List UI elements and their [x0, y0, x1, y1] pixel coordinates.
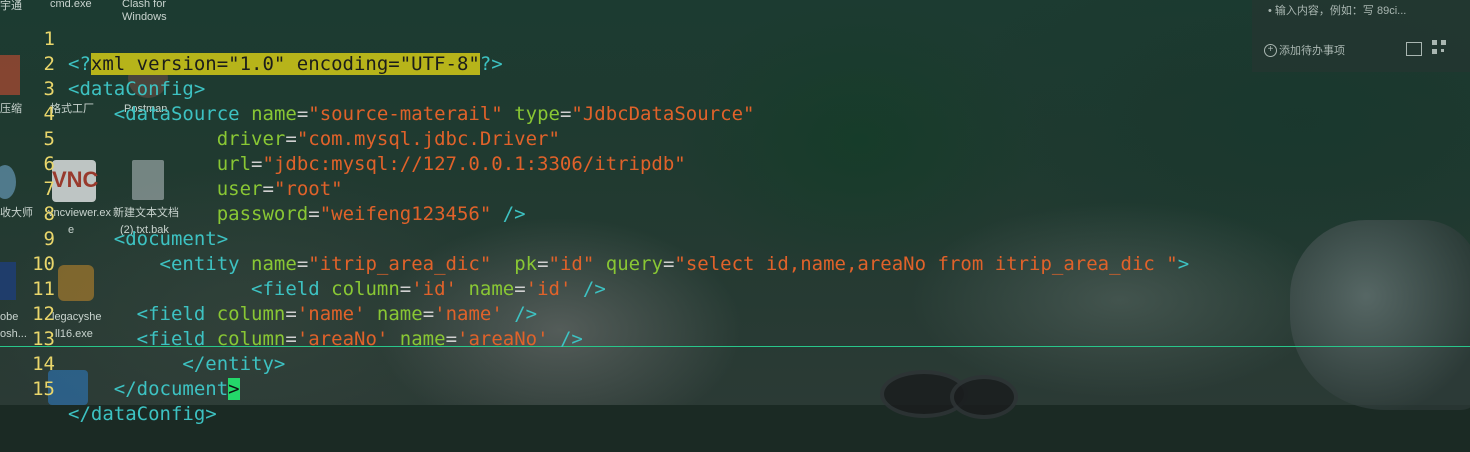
equals: = [285, 303, 297, 325]
equals: = [514, 278, 526, 300]
document-close-tag: </document [113, 378, 229, 400]
equals: = [559, 103, 572, 125]
attr-value: "source-materail" [308, 103, 503, 125]
text-cursor[interactable]: > [228, 378, 240, 400]
editor-line: 13 </entity> [0, 302, 285, 375]
dataconfig-close-tag: </dataConfig> [68, 403, 217, 425]
equals: = [308, 203, 320, 225]
attr-value: 'areaNo' [457, 328, 549, 350]
equals: = [285, 328, 297, 350]
xml-decl-close: ?> [479, 53, 503, 75]
editor-line: 8 <document> [0, 177, 229, 250]
equals: = [296, 103, 309, 125]
dataconfig-open-tag: <dataConfig> [68, 78, 206, 100]
self-close-tag: /> [514, 303, 538, 325]
attr-name: name [468, 278, 515, 300]
attr-name: driver [216, 128, 286, 150]
tag-close: > [1177, 253, 1190, 275]
editor-line: 2 <dataConfig> [0, 27, 206, 100]
field-tag: <field [136, 328, 206, 350]
attr-value: "id" [548, 253, 595, 275]
attr-value: 'name' [434, 303, 503, 325]
attr-value: "com.mysql.jdbc.Driver" [296, 128, 560, 150]
entity-tag: <entity [159, 253, 240, 275]
attr-name: name [251, 103, 297, 125]
attr-value: 'id' [525, 278, 572, 300]
attr-name: type [514, 103, 560, 125]
attr-value: "jdbc:mysql://127.0.0.1:3306/itripdb" [262, 153, 686, 175]
xml-decl-open: <? [68, 53, 91, 75]
equals: = [296, 253, 309, 275]
equals: = [445, 328, 458, 350]
attr-name: name [399, 328, 446, 350]
attr-name: pk [514, 253, 538, 275]
field-tag: <field [251, 278, 320, 300]
editor-line: 1 <?xml version="1.0" encoding="UTF-8"?> [0, 2, 503, 75]
attr-value: "itrip_area_dic" [308, 253, 492, 275]
attr-value: "select id,name,areaNo from itrip_area_d… [674, 253, 1178, 275]
attr-value: 'areaNo' [296, 328, 389, 350]
datasource-tag: <dataSource [113, 103, 240, 125]
attr-name: password [216, 203, 309, 225]
self-close-tag: /> [559, 328, 583, 350]
attr-name: column [216, 328, 286, 350]
search-highlight: xml version="1.0" encoding="UTF-8" [90, 53, 480, 75]
attr-value: "weifeng123456" [319, 203, 492, 225]
editor-line: 3 <dataSource name="source-materail" typ… [0, 52, 755, 125]
editor-line: 6 user="root" [0, 127, 343, 200]
attr-name: name [251, 253, 297, 275]
equals: = [537, 253, 549, 275]
code-editor[interactable]: 1 <?xml version="1.0" encoding="UTF-8"?>… [0, 0, 1470, 425]
editor-line: 7 password="weifeng123456" /> [0, 152, 526, 225]
document-open-tag: <document> [113, 228, 229, 250]
editor-line: 12 <field column='areaNo' name='areaNo' … [0, 277, 583, 350]
editor-line: 14 </document> [0, 327, 240, 400]
attr-value: "JdbcDataSource" [571, 103, 755, 125]
attr-name: user [216, 178, 263, 200]
attr-name: column [331, 278, 400, 300]
attr-value: "root" [273, 178, 343, 200]
editor-line: 4 driver="com.mysql.jdbc.Driver" [0, 77, 560, 150]
editor-line: 10 <field column='id' name='id' /> [0, 227, 606, 300]
attr-name: name [376, 303, 423, 325]
editor-line: 15 </dataConfig> [0, 352, 217, 425]
attr-name: url [216, 153, 252, 175]
editor-line: 11 <field column='name' name='name' /> [0, 252, 537, 325]
attr-name: query [605, 253, 663, 275]
attr-value: 'name' [296, 303, 366, 325]
equals: = [285, 128, 297, 150]
equals: = [662, 253, 675, 275]
editor-line: 5 url="jdbc:mysql://127.0.0.1:3306/itrip… [0, 102, 686, 175]
equals: = [422, 303, 435, 325]
line-number: 15 [32, 378, 55, 400]
attr-name: column [216, 303, 286, 325]
self-close-tag: /> [582, 278, 606, 300]
equals: = [399, 278, 412, 300]
editor-line: 9 <entity name="itrip_area_dic" pk="id" … [0, 202, 1190, 275]
self-close-tag: /> [502, 203, 526, 225]
entity-close-tag: </entity> [182, 353, 286, 375]
attr-value: 'id' [411, 278, 457, 300]
field-tag: <field [136, 303, 206, 325]
equals: = [262, 178, 274, 200]
equals: = [251, 153, 263, 175]
